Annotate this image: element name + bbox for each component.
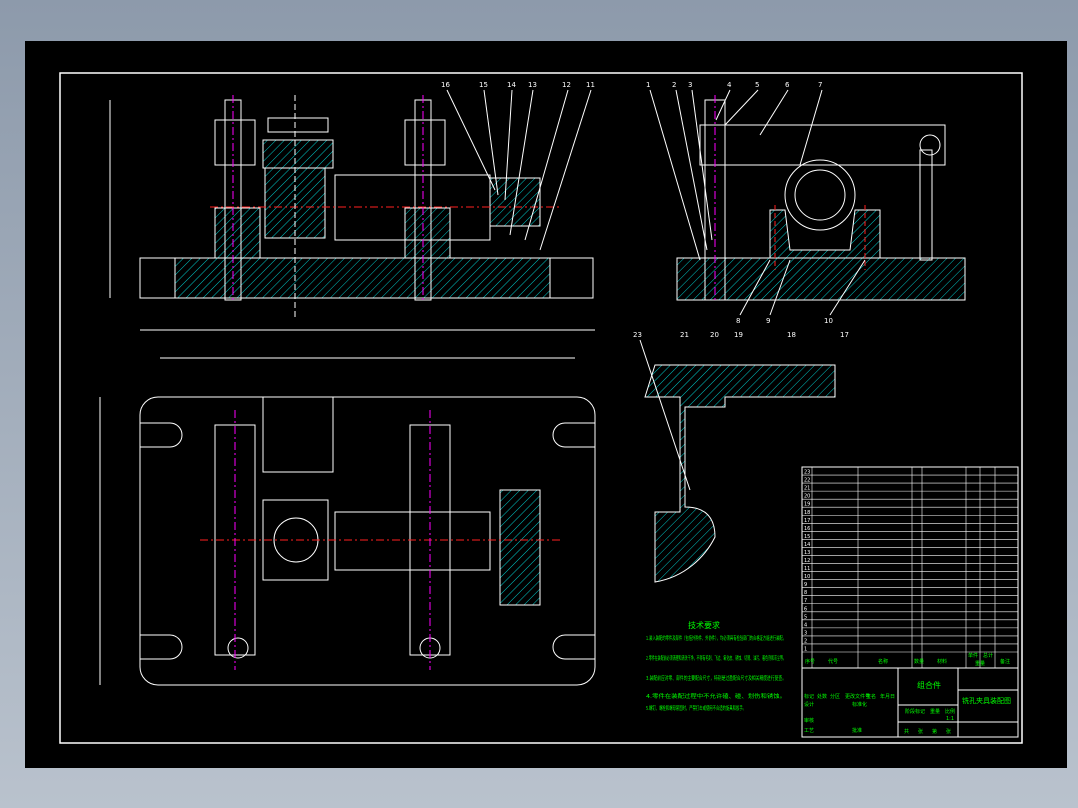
svg-text:批准: 批准 xyxy=(852,727,862,734)
svg-text:10: 10 xyxy=(824,317,833,325)
bom-row-number: 16 xyxy=(804,526,810,532)
svg-text:签名: 签名 xyxy=(866,693,876,700)
svg-text:分区: 分区 xyxy=(830,693,840,700)
svg-text:20: 20 xyxy=(710,331,719,339)
title-block: 2322212019181716151413121110987654321 序号… xyxy=(801,466,1019,738)
drawing-title: 铣孔夹具装配图 xyxy=(962,696,1011,705)
svg-text:2.零件在装配前必须清理和清洗干净，不得有毛刺、飞边、氧化皮: 2.零件在装配前必须清理和清洗干净，不得有毛刺、飞边、氧化皮、锈蚀、切屑、油污、… xyxy=(646,654,786,662)
svg-text:23: 23 xyxy=(633,331,642,339)
svg-text:标准化: 标准化 xyxy=(852,701,867,708)
svg-text:数量: 数量 xyxy=(914,658,924,665)
svg-text:技术要求: 技术要求 xyxy=(688,620,720,630)
bom-row-number: 13 xyxy=(804,550,810,556)
svg-text:9: 9 xyxy=(766,317,770,325)
svg-text:年月日: 年月日 xyxy=(880,693,895,700)
svg-text:张: 张 xyxy=(946,728,951,735)
svg-text:比例: 比例 xyxy=(945,708,955,715)
bom-row-number: 8 xyxy=(804,590,807,596)
svg-text:标记: 标记 xyxy=(804,693,814,700)
bom-row-number: 10 xyxy=(804,574,810,580)
drawing-sheet: 16 15 14 13 12 11 1 2 3 4 5 6 7 8 9 10 2… xyxy=(25,41,1067,768)
svg-text:序号: 序号 xyxy=(805,658,815,665)
svg-text:17: 17 xyxy=(840,331,849,339)
bom-row-number: 12 xyxy=(804,558,810,564)
svg-text:3.装配前应对零、部件的主要配合尺寸，特别是过盈配合尺寸及相: 3.装配前应对零、部件的主要配合尺寸，特别是过盈配合尺寸及相关精度进行复查。 xyxy=(646,674,786,682)
tech-requirements: 技术要求 1.装入装配的零件及部件（包括外购件、外协件），均必须具有检验部门的合… xyxy=(646,620,786,712)
balloon: 14 xyxy=(507,81,516,89)
bom-row-number: 17 xyxy=(804,518,810,524)
svg-text:张: 张 xyxy=(918,728,923,735)
cad-drawing: 16 15 14 13 12 11 1 2 3 4 5 6 7 8 9 10 2… xyxy=(59,72,1023,744)
svg-text:2: 2 xyxy=(672,81,676,89)
svg-text:7: 7 xyxy=(818,81,822,89)
bom-row-number: 15 xyxy=(804,534,810,540)
svg-text:重量: 重量 xyxy=(975,660,985,667)
front-view xyxy=(109,95,594,320)
bom-row-number: 23 xyxy=(804,470,810,476)
svg-text:1:1: 1:1 xyxy=(946,716,954,722)
balloon: 16 xyxy=(441,81,450,89)
svg-text:4.零件在装配过程中不允许磕、碰、划伤和锈蚀。: 4.零件在装配过程中不允许磕、碰、划伤和锈蚀。 xyxy=(646,692,786,700)
bom-row-number: 18 xyxy=(804,510,810,516)
assembly-label: 组合件 xyxy=(917,680,941,690)
bom-row-number: 22 xyxy=(804,478,810,484)
svg-text:单件: 单件 xyxy=(968,652,978,659)
bom-row-number: 21 xyxy=(804,486,810,492)
bom-row-number: 9 xyxy=(804,582,807,588)
svg-text:备注: 备注 xyxy=(1000,658,1010,665)
drawing-frame xyxy=(59,72,1023,744)
plan-view xyxy=(99,329,596,686)
svg-text:审核: 审核 xyxy=(804,717,814,724)
svg-text:8: 8 xyxy=(736,317,740,325)
balloon: 13 xyxy=(528,81,537,89)
svg-text:处数: 处数 xyxy=(817,693,827,700)
svg-text:名称: 名称 xyxy=(878,658,888,665)
bom-row-number: 7 xyxy=(804,598,807,604)
svg-text:共: 共 xyxy=(904,728,909,735)
bom-row-number: 20 xyxy=(804,494,810,500)
bom-row-number: 5 xyxy=(804,614,807,620)
svg-text:5.螺钉、螺栓和螺母紧固时，严禁打击或使用不合适的旋具和扳手: 5.螺钉、螺栓和螺母紧固时，严禁打击或使用不合适的旋具和扳手。 xyxy=(646,704,746,712)
svg-text:4: 4 xyxy=(727,81,732,89)
bom-row-number: 4 xyxy=(804,622,807,628)
svg-text:代号: 代号 xyxy=(828,658,838,665)
bom-row-number: 2 xyxy=(804,638,807,644)
bom-row-number: 1 xyxy=(804,647,807,653)
svg-text:工艺: 工艺 xyxy=(804,728,814,734)
svg-text:6: 6 xyxy=(785,81,790,89)
svg-text:阶段标记: 阶段标记 xyxy=(905,708,925,715)
section-view: 23 21 20 19 18 17 xyxy=(633,331,849,583)
side-view xyxy=(676,95,966,301)
svg-text:1.装入装配的零件及部件（包括外购件、外协件），均必须具有检: 1.装入装配的零件及部件（包括外购件、外协件），均必须具有检验部门的合格证方能进… xyxy=(646,634,786,642)
balloon: 15 xyxy=(479,81,488,89)
bom-row-number: 19 xyxy=(804,502,810,508)
svg-text:总计: 总计 xyxy=(983,652,993,659)
svg-text:18: 18 xyxy=(787,331,796,339)
svg-text:第: 第 xyxy=(932,728,937,735)
svg-text:21: 21 xyxy=(680,331,689,339)
bom-row-number: 6 xyxy=(804,606,807,612)
bom-row-number: 14 xyxy=(804,542,810,548)
svg-text:1: 1 xyxy=(646,81,650,89)
svg-text:3: 3 xyxy=(688,81,692,89)
bom-row-number: 11 xyxy=(804,566,810,572)
svg-text:材料: 材料 xyxy=(937,658,947,665)
svg-text:重量: 重量 xyxy=(930,708,940,715)
svg-text:设计: 设计 xyxy=(804,701,814,708)
balloon: 12 xyxy=(562,81,571,89)
bom-row-number: 3 xyxy=(804,630,807,636)
svg-text:19: 19 xyxy=(734,331,743,339)
balloon: 11 xyxy=(586,81,595,89)
svg-text:5: 5 xyxy=(755,81,759,89)
